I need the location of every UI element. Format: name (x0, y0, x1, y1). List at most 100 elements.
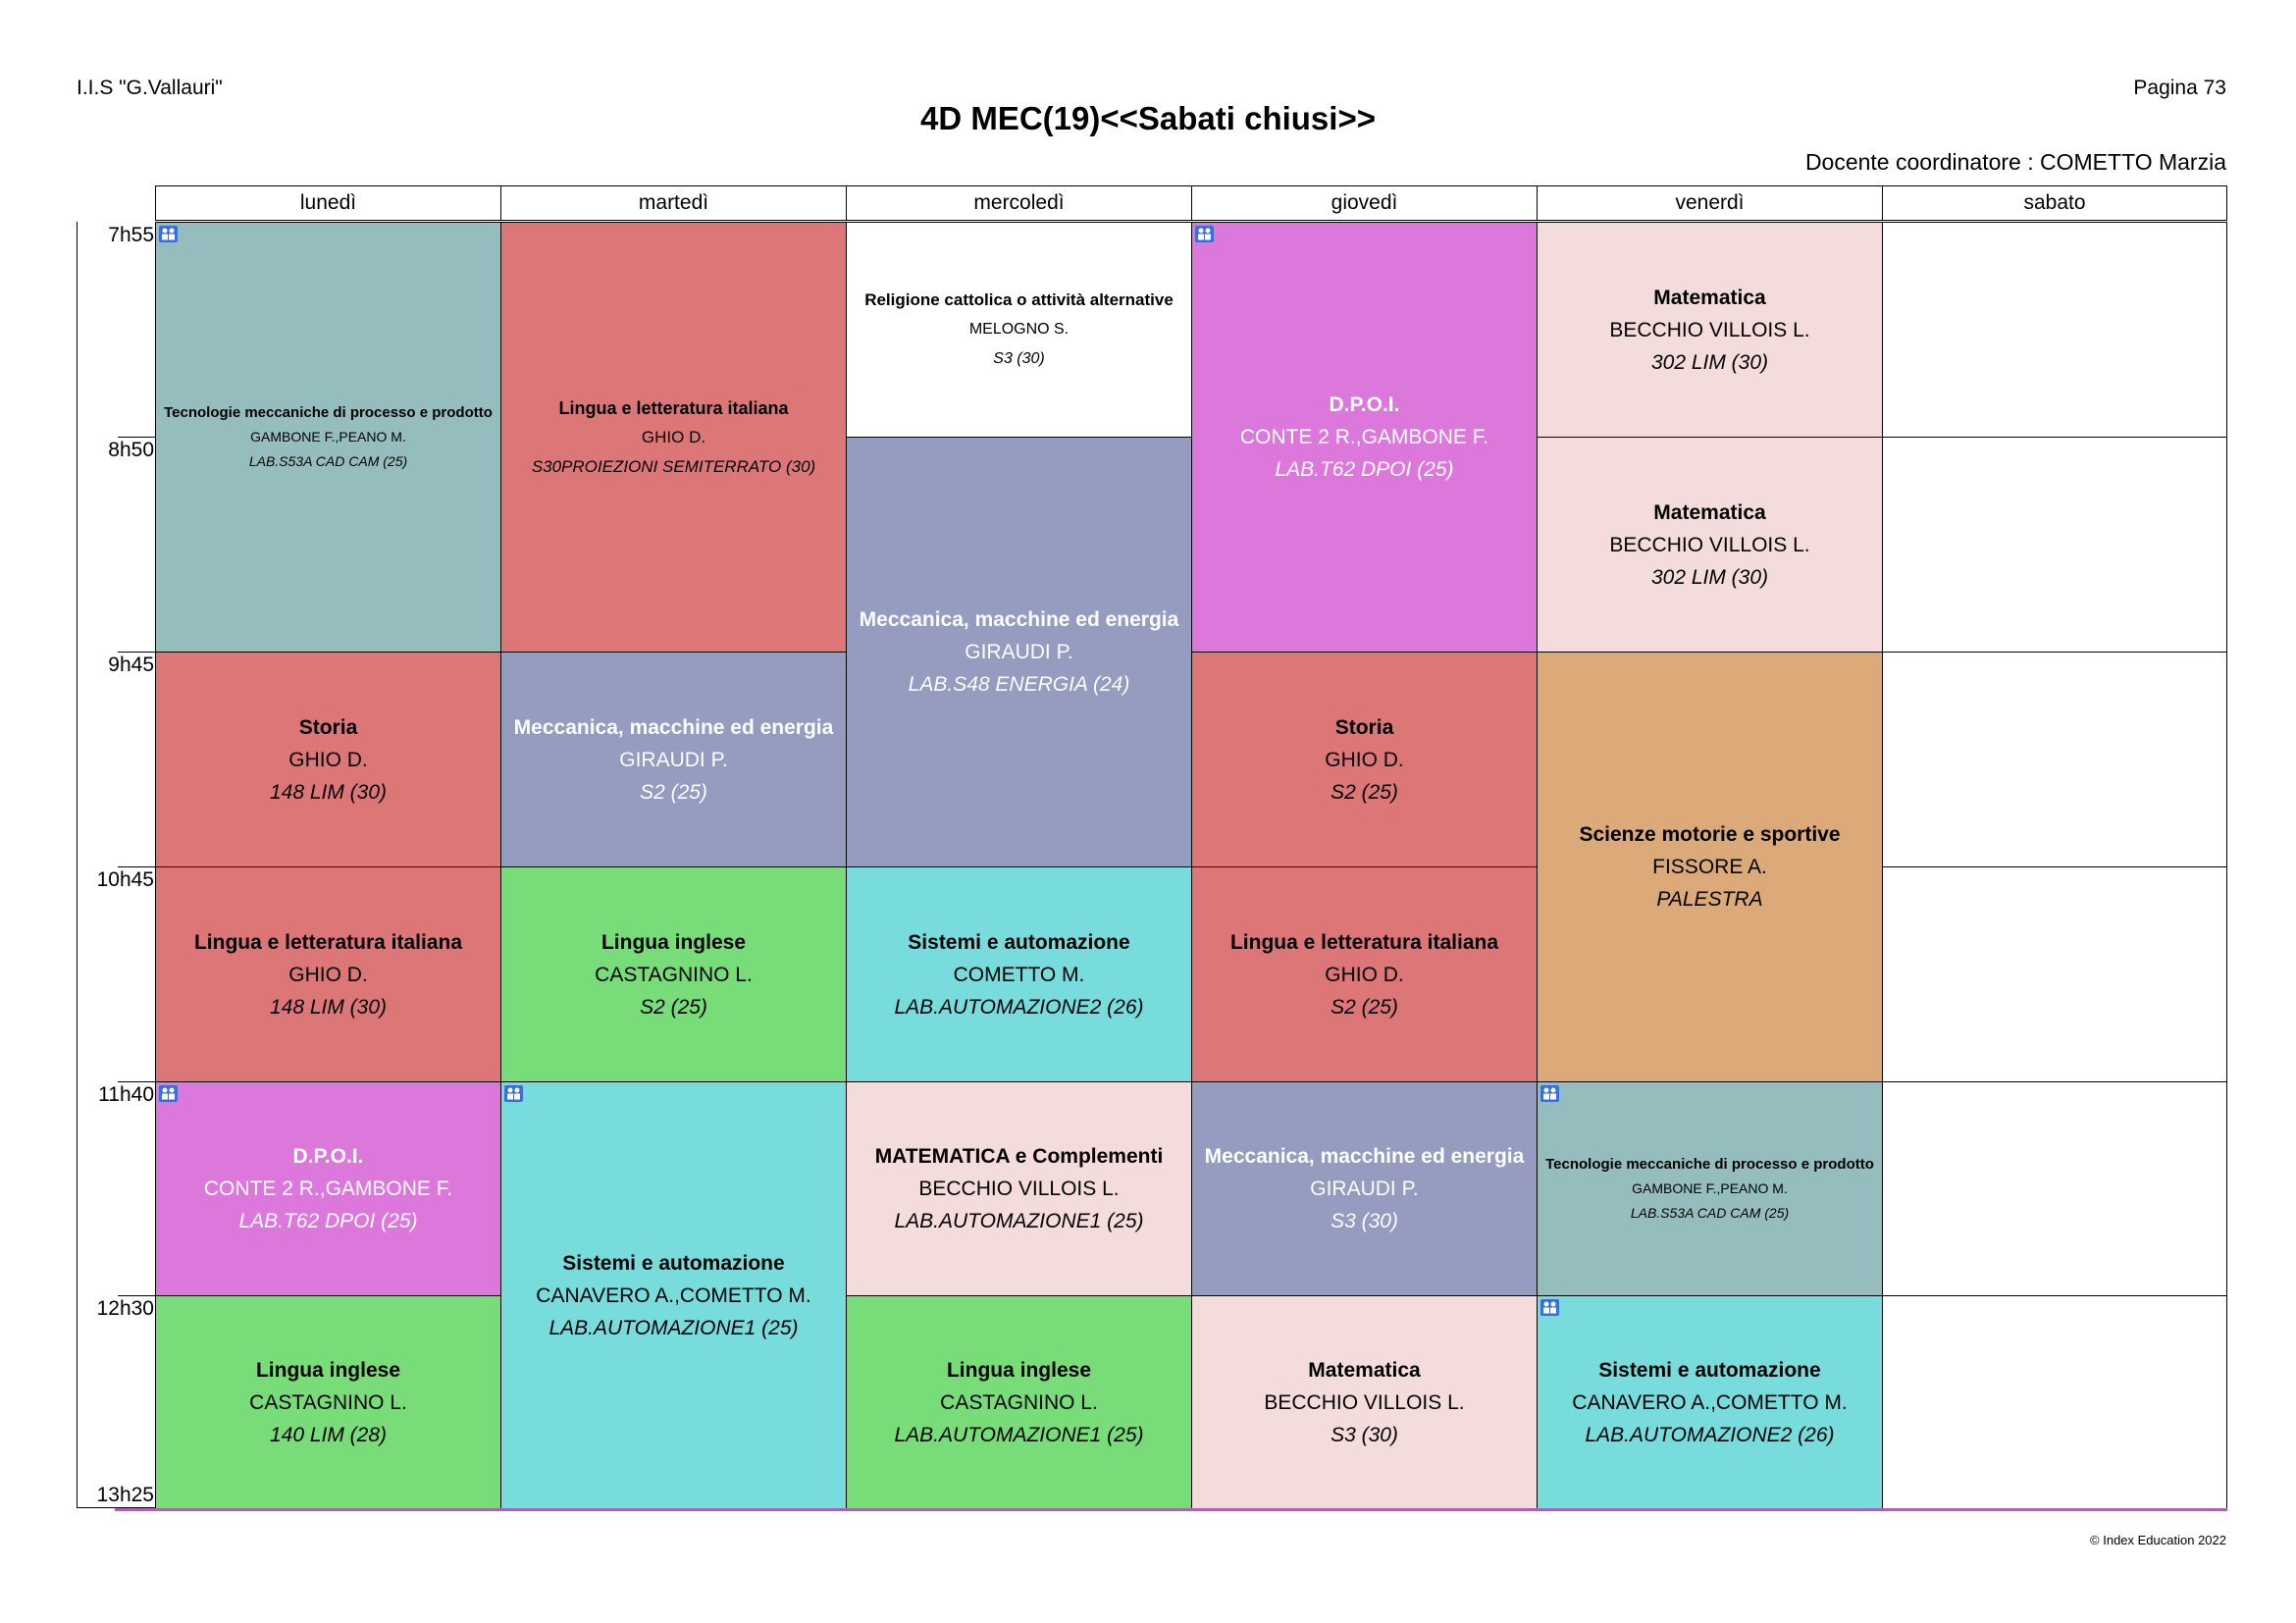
lesson-teacher: GAMBONE F.,PEANO M. (1632, 1180, 1788, 1196)
empty-slot (1882, 866, 2227, 1082)
lesson-teacher: GHIO D. (1325, 963, 1404, 986)
lesson-cell[interactable]: Sistemi e automazione CANAVERO A.,COMETT… (500, 1081, 847, 1509)
lesson-teacher: BECCHIO VILLOIS L. (1609, 318, 1810, 341)
lesson-subject: Storia (1334, 715, 1394, 739)
lesson-teacher: BECCHIO VILLOIS L. (918, 1178, 1120, 1200)
lesson-subject: Sistemi e automazione (562, 1251, 785, 1275)
day-header-friday: venerdì (1537, 185, 1883, 221)
lesson-cell[interactable]: Lingua inglese CASTAGNINO L. LAB.AUTOMAZ… (846, 1295, 1192, 1509)
lesson-room: S2 (25) (640, 780, 707, 804)
lesson-cell[interactable]: Lingua e letteratura italiana GHIO D. S3… (500, 222, 847, 653)
time-label: 10h45 (96, 868, 154, 891)
lesson-room: LAB.AUTOMAZIONE2 (26) (894, 995, 1144, 1019)
lesson-cell[interactable]: Tecnologie meccaniche di processo e prod… (155, 222, 501, 653)
school-name: I.I.S "G.Vallauri" (77, 77, 223, 99)
lesson-room: LAB.AUTOMAZIONE1 (25) (894, 1210, 1144, 1232)
lesson-room: LAB.S53A CAD CAM (25) (1630, 1205, 1790, 1221)
time-label: 9h45 (108, 654, 154, 676)
lesson-cell[interactable]: Storia GHIO D. 148 LIM (30) (155, 652, 501, 867)
time-label: 8h50 (108, 439, 154, 461)
day-header-monday: lunedì (155, 185, 501, 221)
lesson-subject: Lingua e letteratura italiana (558, 397, 789, 418)
lesson-subject: Lingua inglese (255, 1358, 401, 1382)
bottom-marker-line (115, 1508, 2227, 1511)
lesson-cell[interactable]: MATEMATICA e Complementi BECCHIO VILLOIS… (846, 1081, 1192, 1296)
lesson-subject: Matematica (1653, 286, 1766, 309)
lesson-room: LAB.T62 DPOI (25) (1275, 458, 1454, 481)
coordinator-label: Docente coordinatore : COMETTO Marzia (1804, 149, 2226, 175)
lesson-cell[interactable]: Lingua e letteratura italiana GHIO D. S2… (1191, 866, 1538, 1082)
time-label: 13h25 (96, 1484, 154, 1506)
lesson-cell[interactable]: Meccanica, macchine ed energia GIRAUDI P… (846, 437, 1192, 867)
group-icon (1540, 1299, 1559, 1316)
lesson-cell[interactable]: Matematica BECCHIO VILLOIS L. 302 LIM (3… (1537, 222, 1883, 438)
time-tick (118, 652, 156, 653)
day-header-tuesday: martedì (500, 185, 847, 221)
empty-slot (1882, 1081, 2227, 1296)
lesson-room: LAB.AUTOMAZIONE2 (26) (1585, 1423, 1835, 1446)
lesson-teacher: CANAVERO A.,COMETTO M. (536, 1283, 811, 1307)
lesson-cell[interactable]: Lingua inglese CASTAGNINO L. 140 LIM (28… (155, 1295, 501, 1509)
lesson-cell[interactable]: Religione cattolica o attività alternati… (846, 222, 1192, 438)
group-icon (159, 1085, 178, 1102)
lesson-room: PALESTRA (1656, 888, 1763, 911)
lesson-subject: Sistemi e automazione (908, 930, 1130, 954)
lesson-teacher: COMETTO M. (953, 963, 1085, 986)
lesson-cell[interactable]: Lingua inglese CASTAGNINO L. S2 (25) (500, 866, 847, 1082)
day-header-saturday: sabato (1882, 185, 2227, 221)
lesson-cell[interactable]: Meccanica, macchine ed energia GIRAUDI P… (500, 652, 847, 867)
lesson-subject: Meccanica, macchine ed energia (513, 715, 834, 739)
lesson-teacher: CASTAGNINO L. (940, 1390, 1098, 1414)
empty-slot (1882, 652, 2227, 867)
lesson-cell[interactable]: Tecnologie meccaniche di processo e prod… (1537, 1081, 1883, 1296)
lesson-teacher: BECCHIO VILLOIS L. (1264, 1390, 1465, 1414)
lesson-subject: D.P.O.I. (292, 1145, 364, 1168)
lesson-room: LAB.S48 ENERGIA (24) (908, 673, 1130, 696)
lesson-cell[interactable]: Matematica BECCHIO VILLOIS L. 302 LIM (3… (1537, 437, 1883, 653)
lesson-room: S3 (30) (1331, 1210, 1398, 1232)
lesson-teacher: GHIO D. (288, 748, 368, 771)
lesson-teacher: GHIO D. (288, 963, 368, 986)
lesson-cell[interactable]: Lingua e letteratura italiana GHIO D. 14… (155, 866, 501, 1082)
lesson-room: 302 LIM (30) (1650, 350, 1769, 374)
empty-slot (1882, 222, 2227, 438)
lesson-subject: Matematica (1653, 500, 1766, 524)
page-number: Pagina 73 (2133, 77, 2226, 99)
lesson-room: S2 (25) (640, 995, 707, 1019)
time-tick (118, 437, 156, 438)
lesson-room: S3 (30) (1331, 1423, 1398, 1446)
lesson-subject: Lingua inglese (946, 1358, 1092, 1382)
lesson-room: S2 (25) (1331, 995, 1398, 1019)
empty-slot (1882, 1295, 2227, 1509)
lesson-cell[interactable]: D.P.O.I. CONTE 2 R.,GAMBONE F. LAB.T62 D… (155, 1081, 501, 1296)
lesson-cell[interactable]: Scienze motorie e sportive FISSORE A. PA… (1537, 652, 1883, 1082)
lesson-subject: Lingua e letteratura italiana (193, 930, 463, 954)
lesson-cell[interactable]: Storia GHIO D. S2 (25) (1191, 652, 1538, 867)
copyright: © Index Education 2022 (2090, 1533, 2226, 1547)
lesson-room: LAB.AUTOMAZIONE1 (25) (548, 1316, 799, 1339)
empty-slot (1882, 437, 2227, 653)
lesson-teacher: GIRAUDI P. (1310, 1178, 1419, 1200)
day-header-thursday: giovedì (1191, 185, 1538, 221)
lesson-cell[interactable]: Matematica BECCHIO VILLOIS L. S3 (30) (1191, 1295, 1538, 1509)
lesson-subject: Sistemi e automazione (1598, 1358, 1821, 1382)
lesson-room: 148 LIM (30) (269, 995, 388, 1019)
lesson-teacher: MELOGNO S. (968, 321, 1070, 338)
lesson-cell[interactable]: Sistemi e automazione COMETTO M. LAB.AUT… (846, 866, 1192, 1082)
timetable-title: 4D MEC(19)<<Sabati chiusi>> (919, 100, 1376, 136)
lesson-teacher: GHIO D. (1325, 748, 1404, 771)
lesson-teacher: CASTAGNINO L. (249, 1390, 407, 1414)
lesson-room: LAB.T62 DPOI (25) (238, 1210, 418, 1232)
lesson-cell[interactable]: Sistemi e automazione CANAVERO A.,COMETT… (1537, 1295, 1883, 1509)
lesson-cell[interactable]: Meccanica, macchine ed energia GIRAUDI P… (1191, 1081, 1538, 1296)
lesson-teacher: GAMBONE F.,PEANO M. (250, 429, 406, 445)
lesson-subject: Storia (298, 715, 358, 739)
day-header-wednesday: mercoledì (846, 185, 1192, 221)
lesson-subject: MATEMATICA e Complementi (874, 1145, 1164, 1168)
lesson-room: S2 (25) (1331, 780, 1398, 804)
lesson-cell[interactable]: D.P.O.I. CONTE 2 R.,GAMBONE F. LAB.T62 D… (1191, 222, 1538, 653)
lesson-subject: Matematica (1308, 1358, 1421, 1382)
lesson-subject: Tecnologie meccaniche di processo e prod… (164, 404, 493, 421)
lesson-teacher: GIRAUDI P. (619, 748, 728, 771)
time-tick (118, 866, 156, 867)
